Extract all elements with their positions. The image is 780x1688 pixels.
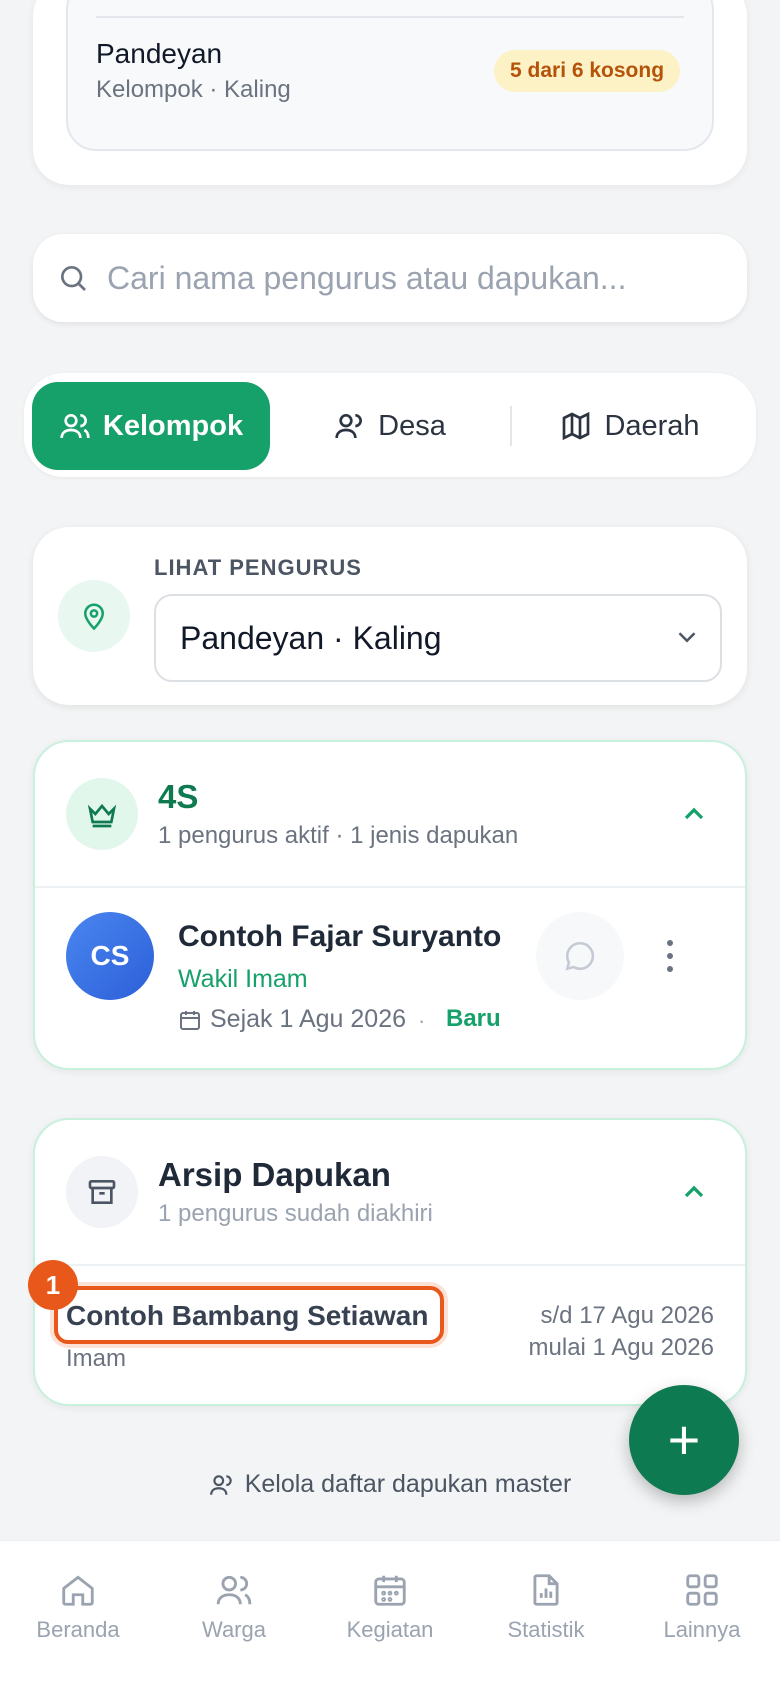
divider [35, 1264, 745, 1266]
tab-desa[interactable]: Desa [290, 382, 490, 470]
group-title: 4S [158, 778, 199, 815]
location-name: Pandeyan [96, 38, 223, 69]
nav-warga[interactable]: Warga [156, 1541, 312, 1688]
users-icon [209, 1474, 232, 1495]
group-subtitle: 1 pengurus aktif · 1 jenis dapukan [158, 822, 519, 849]
location-select-value: Pandeyan · Kaling [180, 619, 442, 656]
tab-kelompok-label: Kelompok [102, 409, 244, 442]
calendar-icon [180, 1010, 200, 1030]
more-options-button[interactable] [652, 936, 688, 976]
chat-bubble-icon [565, 941, 595, 971]
nav-beranda[interactable]: Beranda [0, 1541, 156, 1688]
dot-icon [667, 966, 673, 972]
tab-desa-label: Desa [378, 409, 446, 442]
highlight-box [54, 1286, 444, 1344]
nav-beranda-label: Beranda [36, 1617, 120, 1642]
member-since-text: Sejak 1 Agu 2026 [210, 1005, 406, 1033]
calendar-icon [374, 1575, 406, 1606]
grid-icon [686, 1574, 718, 1606]
report-chart-icon [533, 1574, 559, 1606]
member-role: Wakil Imam [178, 965, 308, 993]
users-icon [216, 1575, 252, 1605]
nav-lainnya[interactable]: Lainnya [624, 1541, 780, 1688]
manage-dapukan-link[interactable]: Kelola daftar dapukan master [0, 1470, 780, 1499]
crown-icon [66, 778, 138, 850]
tab-daerah[interactable]: Daerah [530, 382, 730, 470]
nav-statistik[interactable]: Statistik [468, 1541, 624, 1688]
avatar: CS [66, 912, 154, 1000]
bottom-navigation: Beranda Warga Kegiatan Statistik Lainnya [0, 1540, 780, 1688]
new-badge: Baru [446, 1005, 501, 1032]
search-input[interactable] [107, 259, 667, 297]
archived-end-date: s/d 17 Agu 2026 [540, 1302, 714, 1329]
member-name[interactable]: Contoh Fajar Suryanto [178, 920, 501, 954]
archive-subtitle: 1 pengurus sudah diakhiri [158, 1200, 433, 1227]
chevron-down-icon [678, 632, 696, 643]
nav-lainnya-label: Lainnya [663, 1617, 741, 1642]
location-subtitle: Kelompok · Kaling [96, 76, 291, 103]
dot-icon [667, 953, 673, 959]
nav-kegiatan-label: Kegiatan [346, 1617, 434, 1642]
tab-kelompok[interactable]: Kelompok [32, 382, 270, 470]
location-label: LIHAT PENGURUS [154, 555, 362, 580]
users-icon [60, 414, 90, 439]
chat-button[interactable] [536, 912, 624, 1000]
nav-warga-label: Warga [202, 1617, 266, 1642]
home-icon [62, 1575, 94, 1606]
dot-icon [667, 940, 673, 946]
archive-box-icon [66, 1156, 138, 1228]
chevron-up-icon[interactable] [678, 798, 710, 830]
separator-dot: · [418, 1008, 426, 1033]
archive-title: Arsip Dapukan [158, 1156, 391, 1193]
vacancy-badge: 5 dari 6 kosong [494, 50, 681, 92]
manage-link-label: Kelola daftar dapukan master [244, 1470, 572, 1498]
divider [35, 886, 745, 888]
highlight-number-badge: 1 [28, 1260, 78, 1310]
location-select[interactable]: Pandeyan · Kaling [154, 594, 722, 682]
archived-member-role: Imam [66, 1345, 126, 1372]
tab-daerah-label: Daerah [604, 409, 700, 442]
map-pin-icon [58, 580, 130, 652]
map-icon [563, 411, 590, 441]
archived-start-date: mulai 1 Agu 2026 [528, 1334, 714, 1361]
user-icon [335, 414, 363, 439]
chevron-up-icon[interactable] [678, 1176, 710, 1208]
nav-statistik-label: Statistik [507, 1617, 585, 1642]
search-bar[interactable] [33, 234, 747, 322]
divider [96, 16, 684, 18]
segment-separator [510, 406, 512, 446]
member-since: Sejak 1 Agu 2026 [178, 1005, 406, 1034]
search-icon [61, 266, 86, 291]
nav-kegiatan[interactable]: Kegiatan [312, 1541, 468, 1688]
